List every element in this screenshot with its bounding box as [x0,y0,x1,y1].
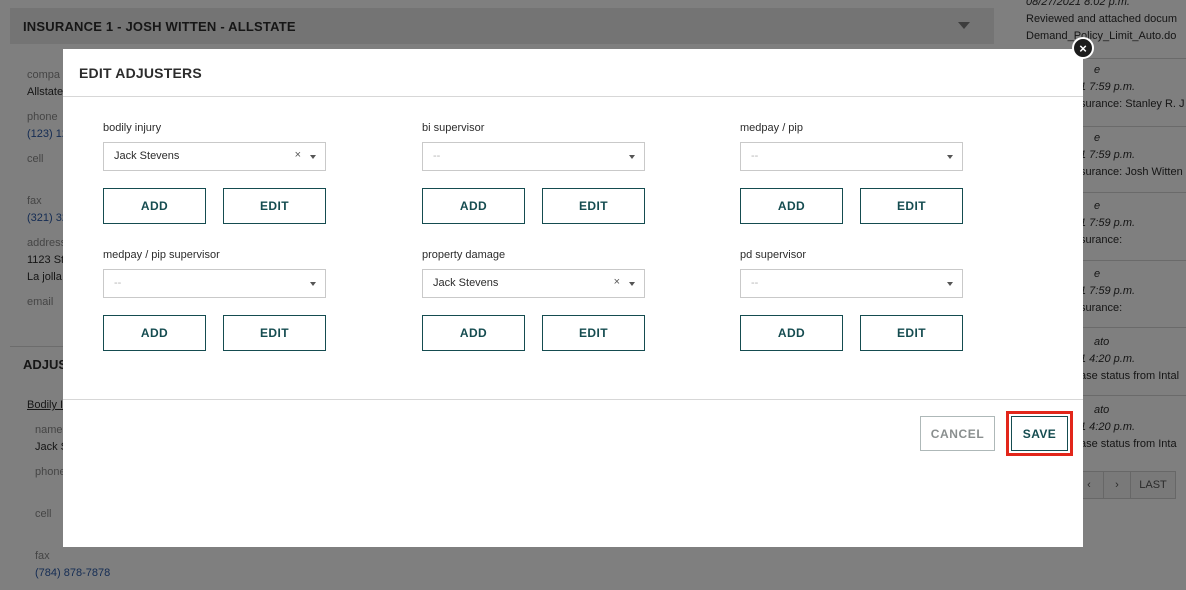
select-value: Jack Stevens [114,150,180,162]
medpay-pip-label: medpay / pip [740,122,803,134]
select-placeholder: -- [433,150,441,162]
bi-supervisor-label: bi supervisor [422,122,485,134]
pd-supervisor-label: pd supervisor [740,249,807,261]
modal-title: EDIT ADJUSTERS [79,65,202,81]
medpay-pip-supervisor-select[interactable]: -- [103,269,326,298]
chevron-down-icon [310,282,316,286]
bi-supervisor-select[interactable]: -- [422,142,645,171]
modal-footer-divider [63,399,1083,400]
select-placeholder: -- [114,277,122,289]
chevron-down-icon [947,282,953,286]
select-value: Jack Stevens [433,277,499,289]
medpay-pip-supervisor-edit-button[interactable]: EDIT [223,315,326,351]
pd-supervisor-edit-button[interactable]: EDIT [860,315,963,351]
clear-icon[interactable]: × [614,276,620,288]
bodily-injury-add-button[interactable]: ADD [103,188,206,224]
medpay-pip-select[interactable]: -- [740,142,963,171]
bodily-injury-edit-button[interactable]: EDIT [223,188,326,224]
clear-icon[interactable]: × [295,149,301,161]
property-damage-add-button[interactable]: ADD [422,315,525,351]
pd-supervisor-select[interactable]: -- [740,269,963,298]
chevron-down-icon [629,155,635,159]
cancel-button[interactable]: CANCEL [920,416,995,451]
bodily-injury-select[interactable]: Jack Stevens × [103,142,326,171]
property-damage-select[interactable]: Jack Stevens × [422,269,645,298]
edit-adjusters-modal: EDIT ADJUSTERS bodily injury Jack Steven… [63,49,1083,547]
modal-header-divider [63,96,1083,97]
bi-supervisor-edit-button[interactable]: EDIT [542,188,645,224]
chevron-down-icon [310,155,316,159]
select-placeholder: -- [751,277,759,289]
medpay-pip-supervisor-label: medpay / pip supervisor [103,249,220,261]
property-damage-edit-button[interactable]: EDIT [542,315,645,351]
select-placeholder: -- [751,150,759,162]
chevron-down-icon [947,155,953,159]
property-damage-label: property damage [422,249,506,261]
close-icon[interactable]: × [1072,37,1094,59]
chevron-down-icon [629,282,635,286]
pd-supervisor-add-button[interactable]: ADD [740,315,843,351]
medpay-pip-supervisor-add-button[interactable]: ADD [103,315,206,351]
medpay-pip-edit-button[interactable]: EDIT [860,188,963,224]
bodily-injury-label: bodily injury [103,122,162,134]
bi-supervisor-add-button[interactable]: ADD [422,188,525,224]
medpay-pip-add-button[interactable]: ADD [740,188,843,224]
save-button[interactable]: SAVE [1011,416,1068,451]
